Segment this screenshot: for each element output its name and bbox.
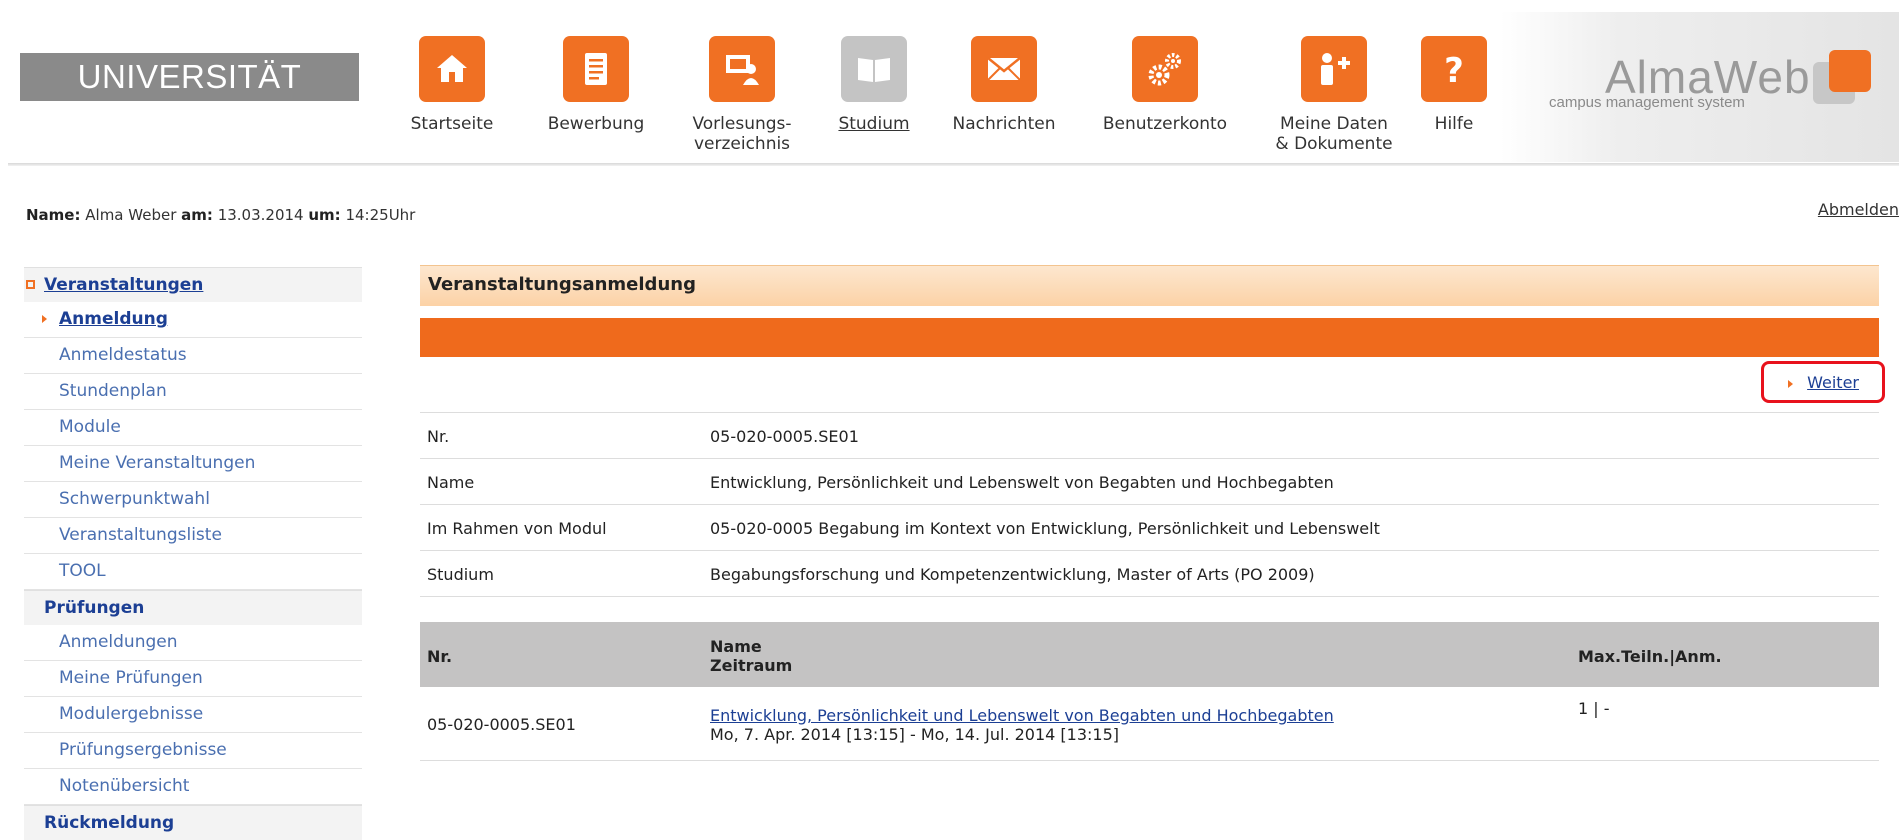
sidebar-item-modulergebnisse[interactable]: Modulergebnisse <box>24 697 362 733</box>
nav-vorlesungsverzeichnis[interactable]: Vorlesungs- verzeichnis <box>682 36 802 154</box>
sidebar-item-pruefungsergebnisse[interactable]: Prüfungsergebnisse <box>24 733 362 769</box>
sidebar-item-notenuebersicht[interactable]: Notenübersicht <box>24 769 362 805</box>
date-label: am: <box>181 206 213 224</box>
sidebar: Veranstaltungen Anmeldung Anmeldestatus … <box>24 267 362 840</box>
name-label: Name: <box>26 206 81 224</box>
nav-nachrichten[interactable]: Nachrichten <box>944 36 1064 134</box>
cell-nr: 05-020-0005.SE01 <box>427 715 576 734</box>
column-header-name-label: Name <box>710 637 762 656</box>
detail-value: Begabungsforschung und Kompetenzentwickl… <box>710 565 1315 584</box>
orange-bar <box>420 318 1879 357</box>
session-info: Name: Alma Weber am: 13.03.2014 um: 14:2… <box>26 206 415 224</box>
person-add-icon <box>1301 36 1367 102</box>
question-icon: ? <box>1421 36 1487 102</box>
sidebar-item-stundenplan[interactable]: Stundenplan <box>24 374 362 410</box>
nav-meine-daten[interactable]: Meine Daten & Dokumente <box>1264 36 1404 154</box>
user-name: Alma Weber <box>85 206 177 224</box>
header-divider <box>8 163 1899 166</box>
detail-value: 05-020-0005 Begabung im Kontext von Entw… <box>710 519 1380 538</box>
detail-label: Studium <box>427 565 494 584</box>
sidebar-group-rueckmeldung[interactable]: Rückmeldung <box>24 805 362 840</box>
nav-label-vorlesungsverzeichnis: Vorlesungs- verzeichnis <box>692 114 792 154</box>
page-title: Veranstaltungsanmeldung <box>420 265 1879 306</box>
book-icon <box>841 36 907 102</box>
table-row: 05-020-0005.SE01 Entwicklung, Persönlich… <box>420 687 1879 761</box>
column-header-max: Max.Teiln.|Anm. <box>1578 647 1722 666</box>
detail-row-modul: Im Rahmen von Modul 05-020-0005 Begabung… <box>420 505 1879 551</box>
detail-label: Im Rahmen von Modul <box>427 519 607 538</box>
detail-row-studium: Studium Begabungsforschung und Kompetenz… <box>420 551 1879 597</box>
cell-name: Entwicklung, Persönlichkeit und Lebenswe… <box>710 706 1334 744</box>
sidebar-group-label: Veranstaltungen <box>44 275 204 295</box>
sidebar-item-meine-veranstaltungen[interactable]: Meine Veranstaltungen <box>24 446 362 482</box>
weiter-label: Weiter <box>1807 373 1859 392</box>
nav-benutzerkonto[interactable]: Benutzerkonto <box>1090 36 1240 134</box>
cell-zeitraum: Mo, 7. Apr. 2014 [13:15] - Mo, 14. Jul. … <box>710 725 1120 744</box>
collapse-icon <box>26 280 35 289</box>
university-logo[interactable]: UNIVERSITÄT LEIPZIG <box>20 53 359 143</box>
presentation-icon <box>709 36 775 102</box>
almaweb-brand: AlmaWeb campus management system <box>1500 12 1899 162</box>
svg-text:?: ? <box>1444 51 1464 89</box>
brand-subtitle: campus management system <box>1549 94 1745 111</box>
detail-row-name: Name Entwicklung, Persönlichkeit und Leb… <box>420 459 1879 505</box>
nav-studium[interactable]: Studium <box>826 36 922 134</box>
column-header-zeitraum-label: Zeitraum <box>710 656 793 675</box>
main-content: Veranstaltungsanmeldung Weiter Nr. 05-02… <box>420 265 1885 761</box>
sidebar-group-veranstaltungen[interactable]: Veranstaltungen <box>24 267 362 302</box>
nav-label-studium: Studium <box>838 114 910 134</box>
logout-link[interactable]: Abmelden <box>1818 200 1899 219</box>
weiter-link[interactable]: Weiter <box>1788 373 1859 392</box>
nav-bewerbung[interactable]: Bewerbung <box>536 36 656 134</box>
time-label: um: <box>308 206 341 224</box>
sidebar-group-pruefungen[interactable]: Prüfungen <box>24 590 362 625</box>
document-icon <box>563 36 629 102</box>
sidebar-item-anmeldestatus[interactable]: Anmeldestatus <box>24 338 362 374</box>
nav-label-bewerbung: Bewerbung <box>547 114 645 134</box>
detail-value: 05-020-0005.SE01 <box>710 427 859 446</box>
triangle-right-icon <box>1788 379 1794 388</box>
detail-label: Name <box>427 473 475 492</box>
nav-startseite[interactable]: Startseite <box>404 36 500 134</box>
cell-max: 1 | - <box>1578 699 1610 718</box>
home-icon <box>419 36 485 102</box>
sidebar-item-label: Anmeldung <box>59 309 168 329</box>
nav-label-hilfe: Hilfe <box>1434 114 1474 134</box>
detail-value: Entwicklung, Persönlichkeit und Lebenswe… <box>710 473 1334 492</box>
nav-label-meine-daten: Meine Daten & Dokumente <box>1275 114 1393 154</box>
detail-row-nr: Nr. 05-020-0005.SE01 <box>420 413 1879 459</box>
nav-label-benutzerkonto: Benutzerkonto <box>1102 114 1228 134</box>
triangle-right-icon <box>42 315 47 323</box>
almaweb-logo-icon <box>1813 50 1873 110</box>
course-link[interactable]: Entwicklung, Persönlichkeit und Lebenswe… <box>710 706 1334 725</box>
gears-icon <box>1132 36 1198 102</box>
envelope-icon <box>971 36 1037 102</box>
nav-label-startseite: Startseite <box>410 114 494 134</box>
login-date: 13.03.2014 <box>217 206 304 224</box>
sidebar-item-schwerpunktwahl[interactable]: Schwerpunktwahl <box>24 482 362 518</box>
sidebar-item-veranstaltungsliste[interactable]: Veranstaltungsliste <box>24 518 362 554</box>
nav-hilfe[interactable]: ? Hilfe <box>1418 36 1490 134</box>
action-row: Weiter <box>420 357 1885 413</box>
sidebar-item-meine-pruefungen[interactable]: Meine Prüfungen <box>24 661 362 697</box>
table-header: Nr. Name Zeitraum Max.Teiln.|Anm. <box>420 622 1879 687</box>
login-time: 14:25Uhr <box>345 206 416 224</box>
nav-label-nachrichten: Nachrichten <box>952 114 1056 134</box>
detail-label: Nr. <box>427 427 450 446</box>
sidebar-item-anmeldung[interactable]: Anmeldung <box>24 302 362 338</box>
column-header-nr: Nr. <box>427 647 453 666</box>
page-header: UNIVERSITÄT LEIPZIG Startseite Bewerbung… <box>0 0 1899 166</box>
column-header-name: Name Zeitraum <box>710 637 792 675</box>
sidebar-item-tool[interactable]: TOOL <box>24 554 362 590</box>
sidebar-item-module[interactable]: Module <box>24 410 362 446</box>
sidebar-item-anmeldungen[interactable]: Anmeldungen <box>24 625 362 661</box>
